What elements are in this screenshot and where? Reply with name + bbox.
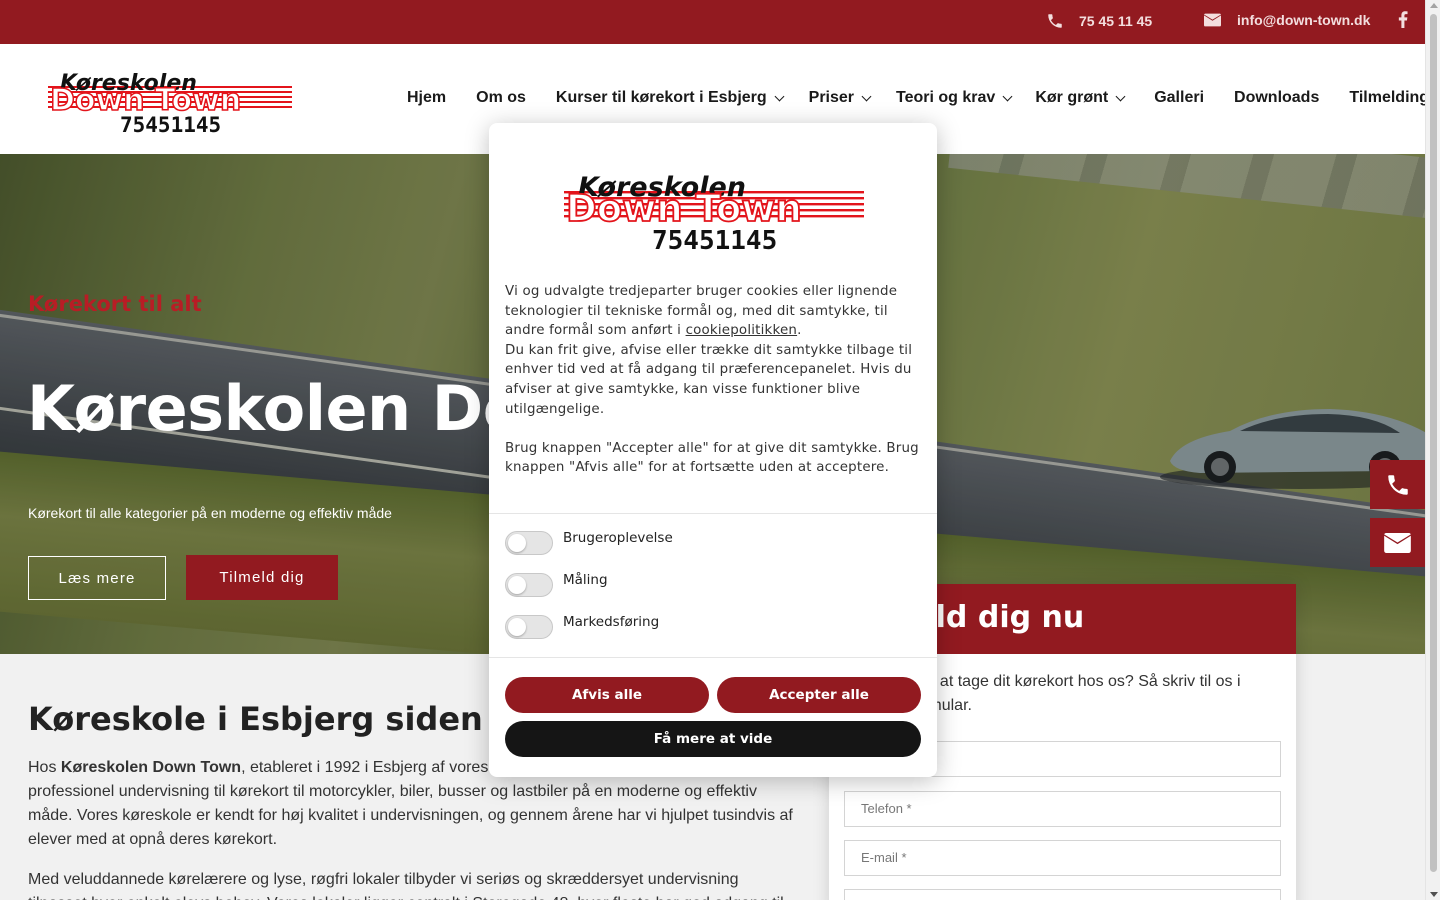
- main-nav: Hjem Om os Kurser til kørekort i Esbjerg…: [407, 89, 1429, 107]
- phone-icon: [1387, 474, 1408, 495]
- scrollbar-thumb[interactable]: [1430, 14, 1437, 872]
- envelope-icon: [1204, 13, 1221, 27]
- nav-item-downloads[interactable]: Downloads: [1234, 89, 1319, 107]
- toggle-row-user-experience: Brugeroplevelse: [505, 530, 673, 555]
- intro-bold: Køreskolen Down Town: [60, 759, 242, 776]
- signup-hero-button[interactable]: Tilmeld dig: [186, 555, 338, 600]
- chevron-down-icon: [774, 91, 785, 102]
- toggle-label: Måling: [563, 572, 608, 588]
- phone-field[interactable]: Telefon *: [844, 791, 1281, 827]
- topbar-email-text: info@down-town.dk: [1237, 12, 1371, 28]
- measurement-toggle[interactable]: [505, 573, 553, 597]
- hero-eyebrow: Kørekort til alt: [28, 292, 202, 316]
- nav-item-tilmelding[interactable]: Tilmelding: [1349, 89, 1429, 107]
- nav-item-label: Kurser til kørekort i Esbjerg: [555, 89, 767, 106]
- nav-item-hjem[interactable]: Hjem: [407, 89, 446, 107]
- nav-item-galleri[interactable]: Galleri: [1154, 89, 1204, 107]
- site-logo[interactable]: Køreskolen Down Town 75451145: [48, 64, 292, 134]
- side-mail-button[interactable]: [1370, 518, 1425, 567]
- logo-text-2: Down Town: [566, 187, 802, 230]
- scroll-up-arrow[interactable]: [1430, 3, 1438, 8]
- cookie-text-1-end: .: [797, 323, 802, 339]
- divider: [489, 513, 937, 514]
- email-field[interactable]: E-mail *: [844, 840, 1281, 876]
- intro-pre: Hos: [28, 759, 61, 776]
- topbar-phone-text: 75 45 11 45: [1079, 13, 1153, 29]
- toggle-row-measurement: Måling: [505, 572, 608, 597]
- read-more-button[interactable]: Læs mere: [28, 556, 166, 600]
- cookie-dialog-text: Vi og udvalgte tredjeparter bruger cooki…: [505, 282, 923, 478]
- cookie-dialog-logo: Køreskolen Down Town 75451145: [564, 172, 864, 253]
- cookie-text-2: Du kan frit give, afvise eller trække di…: [505, 342, 913, 417]
- cookie-text-3: Brug knappen "Accepter alle" for at give…: [505, 440, 919, 476]
- topbar-email[interactable]: info@down-town.dk: [1204, 12, 1370, 28]
- nav-item-label: Priser: [808, 89, 855, 106]
- nav-item-koer-groent[interactable]: Kør grønt: [1035, 89, 1126, 107]
- nav-item-label: Downloads: [1234, 89, 1320, 106]
- cookie-consent-dialog: Køreskolen Down Town 75451145 Vi og udva…: [489, 123, 937, 777]
- top-bar: 75 45 11 45 info@down-town.dk: [0, 0, 1425, 44]
- logo-text-3: 75451145: [120, 113, 221, 134]
- nav-item-kurser[interactable]: Kurser til kørekort i Esbjerg: [555, 89, 785, 107]
- nav-item-label: Teori og krav: [896, 89, 996, 106]
- toggle-label: Markedsføring: [563, 614, 660, 630]
- chevron-down-icon: [1115, 91, 1126, 102]
- phone-icon: [1048, 14, 1062, 28]
- marketing-toggle[interactable]: [505, 615, 553, 639]
- nav-item-label: Galleri: [1154, 89, 1205, 106]
- chevron-down-icon: [1002, 91, 1013, 102]
- envelope-icon: [1384, 532, 1411, 553]
- nav-item-label: Om os: [476, 89, 526, 106]
- extra-field[interactable]: [844, 889, 1281, 900]
- toggle-row-marketing: Markedsføring: [505, 614, 660, 639]
- nav-item-om-os[interactable]: Om os: [476, 89, 526, 107]
- accept-all-button[interactable]: Accepter alle: [717, 677, 921, 713]
- hero-subtitle: Kørekort til alle kategorier på en moder…: [28, 505, 392, 521]
- nav-item-teori[interactable]: Teori og krav: [896, 89, 1013, 107]
- nav-item-priser[interactable]: Priser: [808, 89, 872, 107]
- divider: [489, 657, 937, 658]
- nav-item-label: Tilmelding: [1349, 89, 1430, 106]
- facebook-icon[interactable]: [1398, 11, 1408, 28]
- topbar-phone[interactable]: 75 45 11 45: [1046, 12, 1152, 30]
- chevron-down-icon: [861, 91, 872, 102]
- toggle-label: Brugeroplevelse: [563, 530, 673, 546]
- scroll-down-arrow[interactable]: [1430, 892, 1438, 897]
- nav-item-label: Kør grønt: [1035, 89, 1109, 106]
- learn-more-button[interactable]: Få mere at vide: [505, 721, 921, 757]
- reject-all-button[interactable]: Afvis alle: [505, 677, 709, 713]
- user-experience-toggle[interactable]: [505, 531, 553, 555]
- second-paragraph: Med veluddannede kørelærere og lyse, røg…: [28, 871, 784, 900]
- side-phone-button[interactable]: [1370, 460, 1425, 509]
- page-scrollbar[interactable]: [1425, 0, 1440, 900]
- nav-item-label: Hjem: [407, 89, 447, 106]
- logo-text-3: 75451145: [652, 226, 777, 253]
- cookie-policy-link[interactable]: cookiepolitikken: [686, 323, 798, 338]
